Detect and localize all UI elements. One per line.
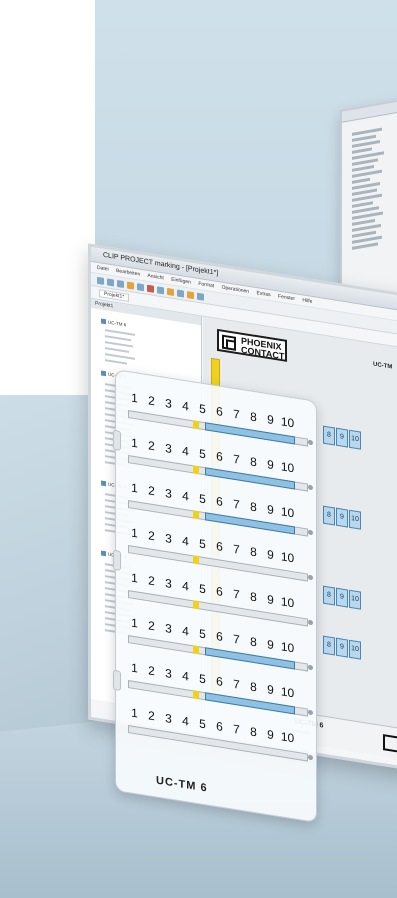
card-footer-label: UC-TM 6 [156,774,208,795]
new-icon[interactable] [97,276,104,285]
module-icon [101,550,106,557]
menu-item[interactable]: Operationen [222,285,250,295]
menu-item[interactable]: Fenster [278,293,295,302]
align-icon[interactable] [187,290,194,299]
card-slot [113,429,121,451]
module-label-top: UC-TM [373,361,393,371]
grid-icon[interactable] [167,287,174,296]
undo-icon[interactable] [157,285,164,294]
menu-item[interactable]: Einfügen [171,277,191,286]
side-cells: 8 9 10 [323,585,362,610]
side-cells: 8 9 10 [323,505,362,530]
open-icon[interactable] [107,277,114,287]
side-cells: 8 9 10 [323,635,362,660]
module-icon [101,318,106,325]
phoenix-contact-logo: PHOENIX CONTACT [217,328,287,362]
phoenix-logo-icon [222,334,236,351]
zoom-icon[interactable] [177,288,184,298]
menu-item[interactable]: Format [198,281,214,290]
card-slot [113,549,121,571]
menu-item[interactable]: Datei [97,265,109,273]
module-icon [101,370,106,377]
tree-leaf [105,359,127,365]
card-slot [113,669,121,691]
tree-leaf [105,341,133,348]
menu-item[interactable]: Ansicht [147,273,163,282]
phoenix-small-logo-icon [383,734,397,753]
menu-item[interactable]: Hilfe [302,297,312,305]
text-icon[interactable] [197,292,204,301]
tree-item[interactable]: UC-TM 6 [101,318,126,328]
tree-leaf [105,335,131,342]
menu-item[interactable]: Bearbeiten [116,268,140,278]
marker-card: 1 2 3 4 5 6 7 8 9 10 1 2 3 4 5 6 7 8 9 10 1 2 3 4 5 6 7 8 9 10 1234… [113,369,317,823]
side-cells: 8 9 10 [323,425,362,450]
delete-icon[interactable] [147,284,154,293]
save-icon[interactable] [117,279,124,288]
tree-leaf [105,347,129,353]
print-icon[interactable] [127,281,134,290]
cut-icon[interactable] [137,282,144,291]
module-icon [101,480,106,487]
menu-item[interactable]: Extras [256,290,270,298]
